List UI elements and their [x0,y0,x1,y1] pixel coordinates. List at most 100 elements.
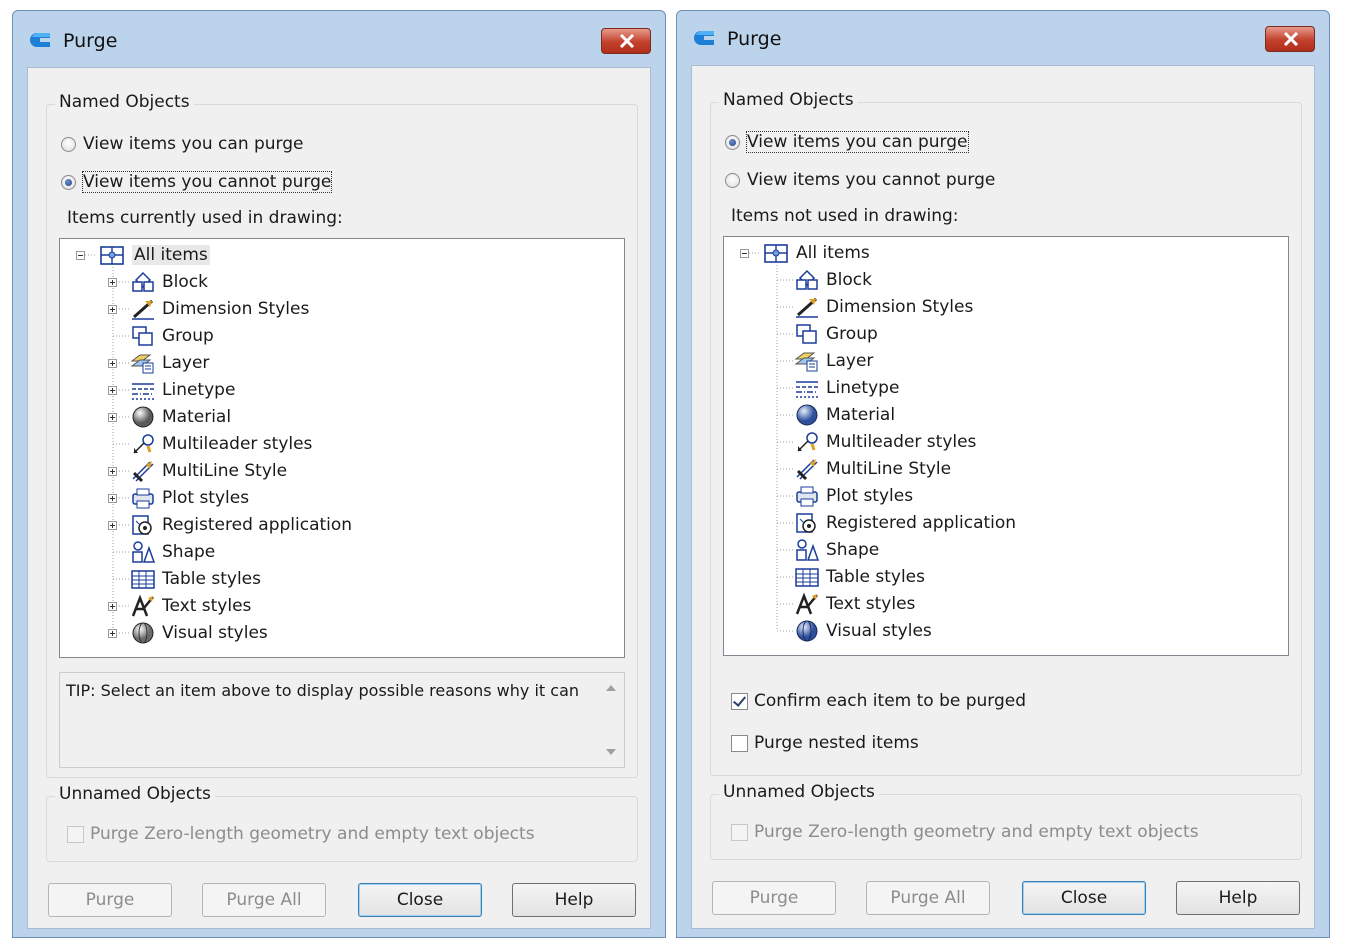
close-window-button[interactable] [1265,26,1315,52]
expand-toggle[interactable] [108,386,117,395]
close-icon [1283,32,1299,46]
help-button[interactable]: Help [512,883,636,917]
scroll-up-icon[interactable] [606,685,616,691]
purge-app-icon [694,31,714,45]
tree-item-linetype[interactable]: Linetype [130,378,235,402]
visual-styles-icon [796,620,818,642]
tree-item-dimension-styles[interactable]: Dimension Styles [794,295,973,319]
purge-nested-items-row[interactable]: Purge nested items [731,731,919,755]
shape-icon [132,541,156,563]
plot-styles-icon [132,488,154,509]
shape-icon [796,539,820,561]
text-styles-icon [131,594,154,617]
expand-toggle[interactable] [108,467,117,476]
tree-item-plot-styles[interactable]: Plot styles [130,486,249,510]
tip-text: TIP: Select an item above to display pos… [66,681,580,700]
tree-item-layer[interactable]: Layer [130,351,209,375]
tree-item-plot-styles[interactable]: Plot styles [794,484,913,508]
items-tree[interactable]: All items Block Dimension Styles Group L… [59,238,625,658]
dialog-body: Named Objects View items you can purge V… [27,67,651,929]
purge-dialog-right: Purge Named Objects View items you can p… [676,10,1330,938]
tree-item-shape[interactable]: Shape [130,540,215,564]
radio-button[interactable] [61,174,76,190]
radio-view-cannot-purge[interactable]: View items you cannot purge [725,168,995,192]
layer-icon [794,352,818,372]
multileader-styles-icon [797,432,818,452]
tree-item-visual-styles[interactable]: Visual styles [130,621,268,645]
collapse-toggle[interactable] [76,251,85,260]
unnamed-objects-group: Unnamed Objects Purge Zero-length geomet… [710,782,1302,860]
confirm-each-item-row[interactable]: Confirm each item to be purged [731,689,1026,713]
expand-toggle[interactable] [108,278,117,287]
tree-item-layer[interactable]: Layer [794,349,873,373]
tree-item-dimension-styles[interactable]: Dimension Styles [130,297,309,321]
plot-styles-icon [796,486,818,507]
group-icon [132,326,153,346]
radio-view-can-purge[interactable]: View items you can purge [61,132,304,156]
close-button[interactable]: Close [358,883,482,917]
tree-item-group[interactable]: Group [130,324,214,348]
purge-dialog-left: Purge Named Objects View items you can p… [12,10,666,938]
title-bar[interactable]: Purge [677,11,1329,55]
block-icon [132,271,154,292]
tree-root-all-items[interactable]: All items [98,243,210,267]
tree-item-linetype[interactable]: Linetype [794,376,899,400]
expand-toggle[interactable] [108,602,117,611]
scroll-down-icon[interactable] [606,749,616,755]
expand-toggle[interactable] [108,521,117,530]
tree-item-multiline-style[interactable]: MultiLine Style [794,457,951,481]
radio-button[interactable] [725,172,740,188]
linetype-icon [132,383,154,400]
tree-item-table-styles[interactable]: Table styles [794,565,925,589]
tree-item-text-styles[interactable]: Text styles [130,594,251,618]
tree-item-material[interactable]: Material [794,403,895,427]
radio-button[interactable] [61,136,76,152]
tree-item-group[interactable]: Group [794,322,878,346]
purge-nested-items-checkbox[interactable] [731,734,748,752]
registered-application-icon [132,515,152,535]
close-window-button[interactable] [601,28,651,54]
tree-item-block[interactable]: Block [794,268,872,292]
zero-length-checkbox-row: Purge Zero-length geometry and empty tex… [67,822,535,846]
tree-item-table-styles[interactable]: Table styles [130,567,261,591]
expand-toggle[interactable] [108,494,117,503]
visual-styles-icon [132,622,154,644]
tip-scrollbar[interactable] [598,673,624,767]
confirm-each-item-checkbox[interactable] [731,692,748,710]
tree-item-multileader-styles[interactable]: Multileader styles [130,432,312,456]
close-button[interactable]: Close [1022,881,1146,915]
confirm-each-item-label: Confirm each item to be purged [754,691,1027,711]
named-objects-group: Named Objects View items you can purge V… [46,92,638,778]
items-tree[interactable]: All items Block Dimension Styles Group L… [723,236,1289,656]
multileader-styles-icon [133,434,154,454]
tree-item-multiline-style[interactable]: MultiLine Style [130,459,287,483]
title-bar[interactable]: Purge [13,11,665,55]
tip-textbox[interactable]: TIP: Select an item above to display pos… [59,672,625,768]
expand-toggle[interactable] [108,359,117,368]
tree-item-multileader-styles[interactable]: Multileader styles [794,430,976,454]
radio-view-can-purge[interactable]: View items you can purge [725,130,969,154]
radio-view-cannot-purge[interactable]: View items you cannot purge [61,170,333,194]
tree-item-visual-styles[interactable]: Visual styles [794,619,932,643]
tree-item-registered-application[interactable]: Registered application [794,511,1016,535]
multiline-style-icon [132,461,154,483]
expand-toggle[interactable] [108,629,117,638]
tree-item-block[interactable]: Block [130,270,208,294]
unnamed-objects-label: Unnamed Objects [719,782,879,802]
purge-button: Purge [712,881,836,915]
tree-root-all-items[interactable]: All items [762,241,870,265]
radio-label: View items you cannot purge [81,171,333,193]
tree-item-shape[interactable]: Shape [794,538,879,562]
expand-toggle[interactable] [108,413,117,422]
tree-item-material[interactable]: Material [130,405,231,429]
dimension-styles-icon [132,299,154,320]
radio-label: View items you can purge [746,131,969,153]
tree-item-registered-application[interactable]: Registered application [130,513,352,537]
expand-toggle[interactable] [108,305,117,314]
help-button[interactable]: Help [1176,881,1300,915]
tree-item-text-styles[interactable]: Text styles [794,592,915,616]
purge-button: Purge [48,883,172,917]
collapse-toggle[interactable] [740,249,749,258]
radio-button[interactable] [725,134,740,150]
dialog-title: Purge [727,28,782,50]
